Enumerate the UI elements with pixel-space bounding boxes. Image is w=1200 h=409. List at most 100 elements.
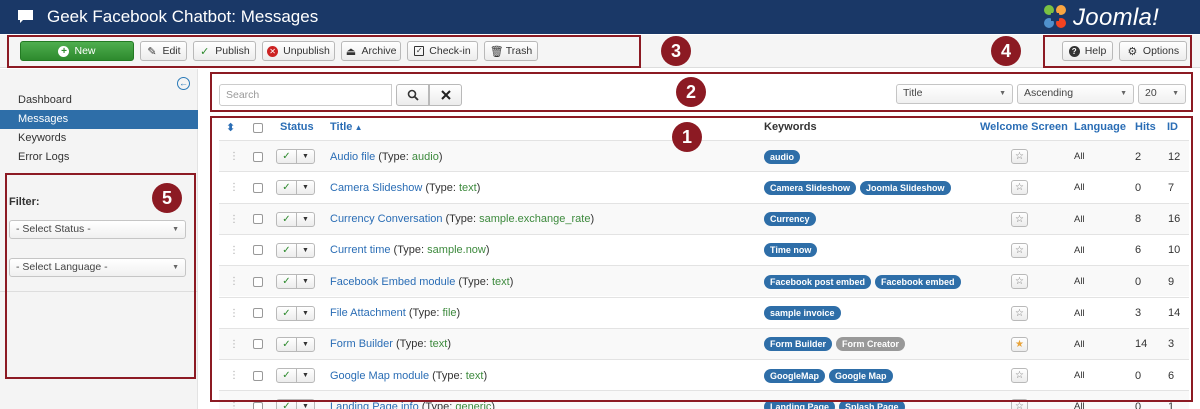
status-toggle[interactable]: ✓ ▼	[276, 298, 315, 329]
caret-down-icon[interactable]: ▼	[297, 369, 314, 382]
drag-handle-icon[interactable]: ⋮	[229, 235, 239, 266]
status-toggle[interactable]: ✓ ▼	[276, 172, 315, 203]
help-button[interactable]: ? Help	[1062, 41, 1113, 61]
row-checkbox[interactable]	[253, 204, 263, 235]
keyword-tag[interactable]: Time now	[764, 243, 818, 258]
archive-button[interactable]: ⏏ Archive	[341, 41, 401, 61]
hits-header[interactable]: Hits	[1135, 121, 1156, 133]
status-toggle[interactable]: ✓ ▼	[276, 266, 315, 297]
drag-handle-icon[interactable]: ⋮	[229, 266, 239, 297]
star-icon[interactable]: ☆	[1011, 274, 1028, 290]
caret-down-icon[interactable]: ▼	[297, 150, 314, 163]
published-check-icon[interactable]: ✓	[277, 369, 297, 383]
joomla-logo[interactable]: Joomla!	[1040, 1, 1200, 33]
sort-field-select[interactable]: Title ▼	[896, 84, 1013, 104]
keyword-tag[interactable]: Splash Page	[839, 399, 905, 409]
published-check-icon[interactable]: ✓	[277, 337, 297, 351]
trash-button[interactable]: 🗑 Trash	[484, 41, 538, 61]
keyword-tag[interactable]: GoogleMap	[764, 368, 825, 383]
drag-handle-icon[interactable]: ⋮	[229, 329, 239, 360]
new-button[interactable]: + New	[20, 41, 134, 61]
published-check-icon[interactable]: ✓	[277, 400, 297, 409]
title-header[interactable]: Title ▲	[330, 121, 363, 133]
message-title-link[interactable]: Audio file	[330, 151, 375, 163]
row-checkbox[interactable]	[253, 298, 263, 329]
message-title-link[interactable]: Current time	[330, 244, 391, 256]
drag-handle-icon[interactable]: ⋮	[229, 172, 239, 203]
keyword-tag[interactable]: Landing Page	[764, 399, 836, 409]
status-toggle[interactable]: ✓ ▼	[276, 235, 315, 266]
star-icon[interactable]: ☆	[1011, 242, 1028, 258]
published-check-icon[interactable]: ✓	[277, 306, 297, 320]
options-button[interactable]: ⚙ Options	[1119, 41, 1187, 61]
caret-down-icon[interactable]: ▼	[297, 338, 314, 351]
star-icon[interactable]: ☆	[1011, 399, 1028, 409]
publish-button[interactable]: ✓ Publish	[193, 41, 256, 61]
message-title-link[interactable]: Currency Conversation	[330, 213, 443, 225]
caret-down-icon[interactable]: ▼	[297, 244, 314, 257]
id-header[interactable]: ID	[1167, 121, 1178, 133]
keyword-tag[interactable]: audio	[764, 149, 800, 164]
message-title-link[interactable]: File Attachment	[330, 307, 406, 319]
row-checkbox[interactable]	[253, 172, 263, 203]
drag-handle-icon[interactable]: ⋮	[229, 391, 239, 409]
search-button[interactable]	[396, 84, 429, 106]
status-toggle[interactable]: ✓ ▼	[276, 329, 315, 360]
keyword-tag[interactable]: Form Builder	[764, 337, 833, 352]
status-toggle[interactable]: ✓ ▼	[276, 204, 315, 235]
checkin-button[interactable]: ✓ Check-in	[407, 41, 478, 61]
star-icon[interactable]: ☆	[1011, 149, 1028, 164]
drag-handle-icon[interactable]: ⋮	[229, 360, 239, 391]
message-title-link[interactable]: Camera Slideshow	[330, 182, 422, 194]
keyword-tag[interactable]: Currency	[764, 212, 816, 227]
keyword-tag[interactable]: Facebook post embed	[764, 274, 872, 289]
keyword-tag[interactable]: sample invoice	[764, 306, 841, 320]
star-icon[interactable]: ☆	[1011, 180, 1028, 196]
message-title-link[interactable]: Google Map module	[330, 370, 429, 382]
star-icon[interactable]: ☆	[1011, 368, 1028, 384]
published-check-icon[interactable]: ✓	[277, 150, 297, 163]
message-title-link[interactable]: Landing Page info	[330, 401, 419, 409]
published-check-icon[interactable]: ✓	[277, 243, 297, 257]
sidebar-item-error-logs[interactable]: Error Logs	[0, 148, 198, 167]
arrow-left-circle-icon[interactable]: ←	[177, 77, 190, 90]
row-checkbox[interactable]	[253, 141, 263, 172]
keyword-tag[interactable]: Joomla Slideshow	[860, 180, 951, 195]
sidebar-item-dashboard[interactable]: Dashboard	[0, 91, 198, 110]
language-select[interactable]: - Select Language - ▼	[9, 258, 186, 277]
search-input[interactable]: Search	[219, 84, 392, 106]
clear-search-button[interactable]	[429, 84, 462, 106]
caret-down-icon[interactable]: ▼	[297, 181, 314, 194]
row-checkbox[interactable]	[253, 329, 263, 360]
caret-down-icon[interactable]: ▼	[297, 213, 314, 226]
star-icon[interactable]: ☆	[1011, 211, 1028, 227]
keyword-tag[interactable]: Google Map	[829, 368, 893, 383]
status-header[interactable]: Status	[280, 121, 314, 133]
row-checkbox[interactable]	[253, 266, 263, 297]
drag-handle-icon[interactable]: ⋮	[229, 204, 239, 235]
keyword-tag[interactable]: Form Creator	[836, 337, 906, 352]
published-check-icon[interactable]: ✓	[277, 212, 297, 226]
row-checkbox[interactable]	[253, 235, 263, 266]
edit-button[interactable]: ✎ Edit	[140, 41, 187, 61]
row-checkbox[interactable]	[253, 360, 263, 391]
unpublish-button[interactable]: ✕ Unpublish	[262, 41, 335, 61]
published-check-icon[interactable]: ✓	[277, 275, 297, 289]
list-limit-select[interactable]: 20 ▼	[1138, 84, 1186, 104]
caret-down-icon[interactable]: ▼	[297, 275, 314, 288]
published-check-icon[interactable]: ✓	[277, 181, 297, 195]
status-select[interactable]: - Select Status - ▼	[9, 220, 186, 239]
caret-down-icon[interactable]: ▼	[297, 400, 314, 409]
star-icon[interactable]: ☆	[1011, 305, 1028, 321]
keyword-tag[interactable]: Facebook embed	[875, 274, 961, 289]
sidebar-item-keywords[interactable]: Keywords	[0, 129, 198, 148]
message-title-link[interactable]: Facebook Embed module	[330, 276, 455, 288]
select-all-checkbox[interactable]	[253, 123, 263, 136]
status-toggle[interactable]: ✓ ▼	[276, 391, 315, 409]
welcome-screen-header[interactable]: Welcome Screen	[980, 121, 1068, 133]
sort-direction-select[interactable]: Ascending ▼	[1017, 84, 1134, 104]
caret-down-icon[interactable]: ▼	[297, 307, 314, 320]
language-header[interactable]: Language	[1074, 121, 1126, 133]
star-icon[interactable]: ★	[1011, 336, 1028, 352]
sidebar-item-messages[interactable]: Messages	[0, 110, 198, 129]
